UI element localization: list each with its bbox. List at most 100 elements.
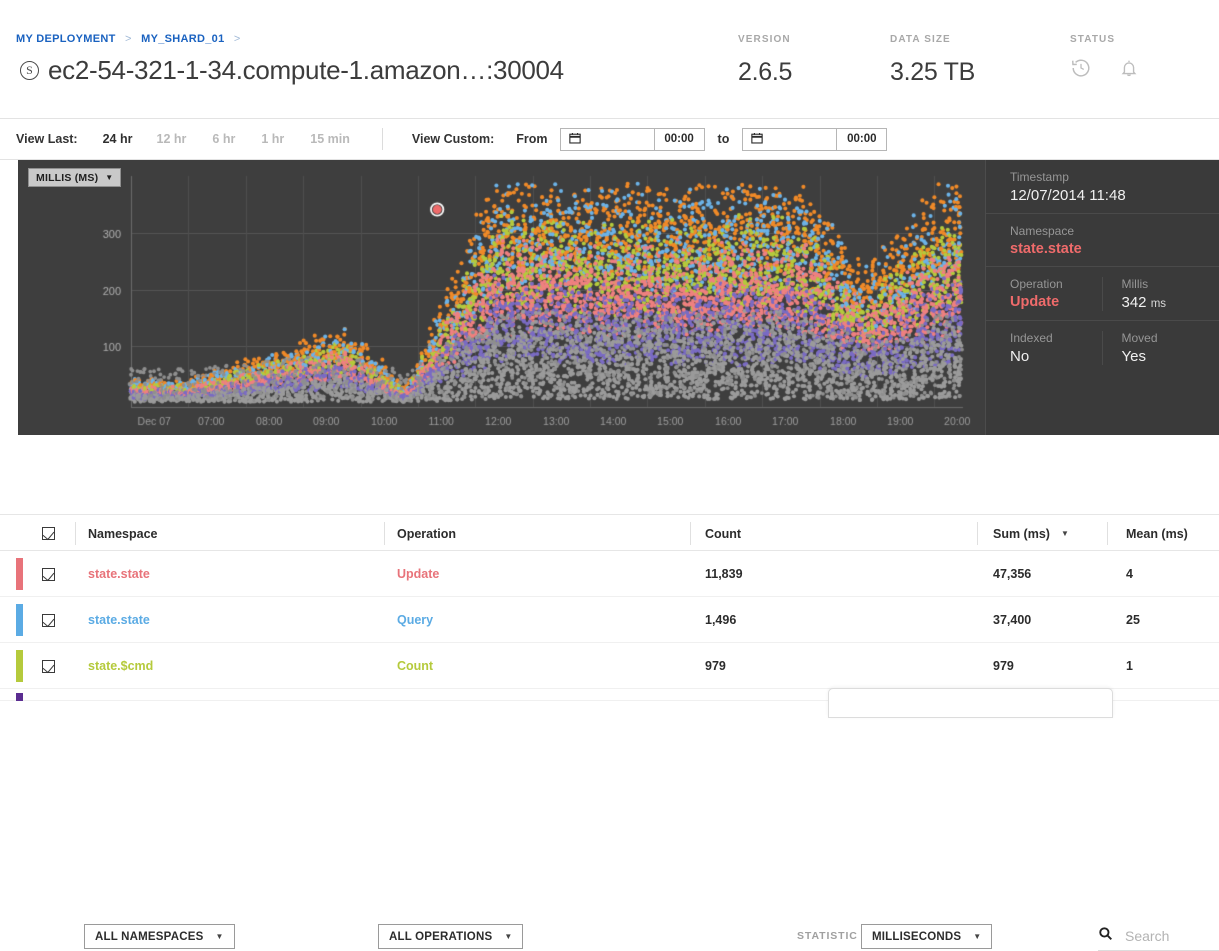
tooltip-timestamp-label: Timestamp — [1010, 170, 1069, 184]
bell-icon[interactable] — [1118, 57, 1140, 79]
row-namespace[interactable]: state.$cmd — [88, 643, 153, 689]
row-operation[interactable]: Query — [397, 597, 433, 643]
table-row[interactable]: state.$cmd Count 979 979 1 — [0, 643, 1219, 689]
select-all-checkbox[interactable] — [42, 515, 55, 552]
scatter-plot-canvas[interactable] — [18, 160, 985, 435]
row-checkbox[interactable] — [42, 551, 55, 597]
stat-data-size-label: DATA SIZE — [890, 34, 951, 45]
row-checkbox[interactable] — [42, 643, 55, 689]
to-date-input[interactable] — [743, 129, 836, 150]
column-divider — [75, 522, 76, 545]
column-header-sum[interactable]: Sum (ms) ▼ — [993, 515, 1069, 552]
tooltip-indexed-moved: Indexed No Moved Yes — [986, 321, 1219, 374]
row-operation[interactable]: Count — [397, 643, 433, 689]
row-count: 1,496 — [705, 613, 737, 627]
row-count: 11,839 — [705, 567, 743, 581]
calendar-icon — [568, 132, 581, 146]
scatter-plot[interactable] — [18, 160, 985, 435]
row-checkbox[interactable] — [42, 597, 55, 643]
operations-table: Namespace Operation Count Sum (ms) ▼ Mea… — [0, 514, 1219, 701]
operation-select[interactable]: ALL OPERATIONS ▼ — [378, 924, 524, 949]
tooltip-millis-label: Millis — [1121, 277, 1149, 291]
tooltip-millis-value: 342 ms — [1122, 294, 1214, 311]
row-sum: 979 — [993, 659, 1014, 673]
range-15min[interactable]: 15 min — [310, 132, 350, 146]
bottom-sheet-handle[interactable] — [828, 688, 1113, 718]
table-row[interactable]: state.state Update 11,839 47,356 4 — [0, 551, 1219, 597]
from-label: From — [516, 132, 548, 146]
stat-data-size: DATA SIZE 3.25 TB — [890, 34, 975, 87]
statistic-select-label: MILLISECONDS — [872, 930, 962, 943]
table-row[interactable]: state.state Query 1,496 37,400 25 — [0, 597, 1219, 643]
row-operation[interactable]: Update — [397, 551, 439, 597]
tooltip-timestamp: Timestamp 12/07/2014 11:48 — [986, 160, 1219, 214]
tooltip-millis: Millis 342 ms — [1101, 277, 1214, 311]
row-count: 979 — [705, 659, 726, 673]
column-divider — [690, 522, 691, 545]
to-time-input[interactable]: 00:00 — [836, 128, 886, 150]
from-date-field[interactable]: 00:00 — [559, 127, 705, 151]
tooltip-indexed-label: Indexed — [1010, 331, 1053, 345]
to-date-field[interactable]: 00:00 — [742, 127, 888, 151]
stat-version-label: VERSION — [738, 34, 791, 45]
page-header: MY DEPLOYMENT > MY_SHARD_01 > S ec2-54-3… — [0, 0, 1219, 118]
tooltip-millis-unit: ms — [1150, 298, 1167, 310]
breadcrumb-item-deployment[interactable]: MY DEPLOYMENT — [16, 33, 116, 45]
sort-desc-icon: ▼ — [1060, 529, 1069, 538]
column-divider — [977, 522, 978, 545]
row-mean: 4 — [1126, 567, 1133, 581]
to-label: to — [717, 132, 730, 146]
toolbar-divider — [381, 128, 383, 150]
metric-select-label: MILLIS (MS) — [36, 171, 99, 184]
scatter-chart-panel: MILLIS (MS) ▼ Timestamp 12/07/2014 11:48… — [18, 160, 1219, 435]
page-title-text: ec2-54-321-1-34.compute-1.amazon…:30004 — [48, 55, 564, 85]
column-header-sum-label: Sum (ms) — [993, 526, 1050, 541]
column-header-mean[interactable]: Mean (ms) — [1126, 515, 1188, 552]
from-date-input[interactable] — [561, 129, 654, 150]
column-header-namespace[interactable]: Namespace — [88, 515, 158, 552]
chevron-down-icon: ▼ — [215, 932, 224, 941]
view-custom-label: View Custom: — [411, 132, 495, 146]
breadcrumb: MY DEPLOYMENT > MY_SHARD_01 > — [16, 33, 247, 45]
range-1hr[interactable]: 1 hr — [261, 132, 284, 146]
tooltip-moved: Moved Yes — [1101, 331, 1214, 365]
row-mean: 25 — [1126, 613, 1140, 627]
statistic-select[interactable]: MILLISECONDS ▼ — [861, 924, 993, 949]
row-namespace[interactable]: state.state — [88, 597, 150, 643]
tooltip-operation: Operation Update — [1010, 277, 1102, 311]
row-color-swatch — [16, 650, 23, 682]
row-color-swatch — [16, 604, 23, 636]
chevron-down-icon: ▼ — [504, 932, 513, 941]
row-sum: 37,400 — [993, 613, 1032, 627]
range-24hr[interactable]: 24 hr — [103, 132, 133, 146]
tooltip-moved-label: Moved — [1121, 331, 1158, 345]
column-divider — [1107, 522, 1108, 545]
metric-select[interactable]: MILLIS (MS) ▼ — [28, 168, 122, 187]
tooltip-operation-label: Operation — [1010, 277, 1063, 291]
table-body: state.state Update 11,839 47,356 4 state.stat… — [0, 551, 1219, 701]
calendar-icon — [751, 132, 764, 146]
range-12hr[interactable]: 12 hr — [157, 132, 187, 146]
tooltip-timestamp-value: 12/07/2014 11:48 — [1010, 187, 1126, 204]
from-time-input[interactable]: 00:00 — [653, 128, 704, 150]
row-namespace[interactable]: state.state — [88, 551, 150, 597]
namespace-select[interactable]: ALL NAMESPACES ▼ — [84, 924, 235, 949]
column-header-count[interactable]: Count — [705, 515, 741, 552]
tooltip-namespace-label: Namespace — [1010, 224, 1075, 238]
point-detail-tooltip: Timestamp 12/07/2014 11:48 Namespace sta… — [985, 160, 1219, 435]
tooltip-indexed: Indexed No — [1010, 331, 1102, 365]
history-icon[interactable] — [1070, 57, 1092, 79]
column-header-operation[interactable]: Operation — [397, 515, 456, 552]
breadcrumb-separator: > — [125, 33, 132, 45]
breadcrumb-item-shard[interactable]: MY_SHARD_01 — [141, 33, 224, 45]
filter-bar: ALL NAMESPACES ▼ ALL OPERATIONS ▼ STATIS… — [0, 455, 1219, 951]
row-sum: 47,356 — [993, 567, 1032, 581]
statistic-label: STATISTIC — [797, 930, 858, 942]
search-box[interactable] — [1098, 926, 1219, 951]
stat-version: VERSION 2.6.5 — [738, 34, 792, 87]
search-input[interactable] — [1123, 927, 1219, 945]
range-6hr[interactable]: 6 hr — [212, 132, 235, 146]
tooltip-namespace-value: state.state — [1010, 241, 1082, 257]
tooltip-moved-value: Yes — [1121, 348, 1146, 365]
operation-select-label: ALL OPERATIONS — [389, 930, 493, 943]
